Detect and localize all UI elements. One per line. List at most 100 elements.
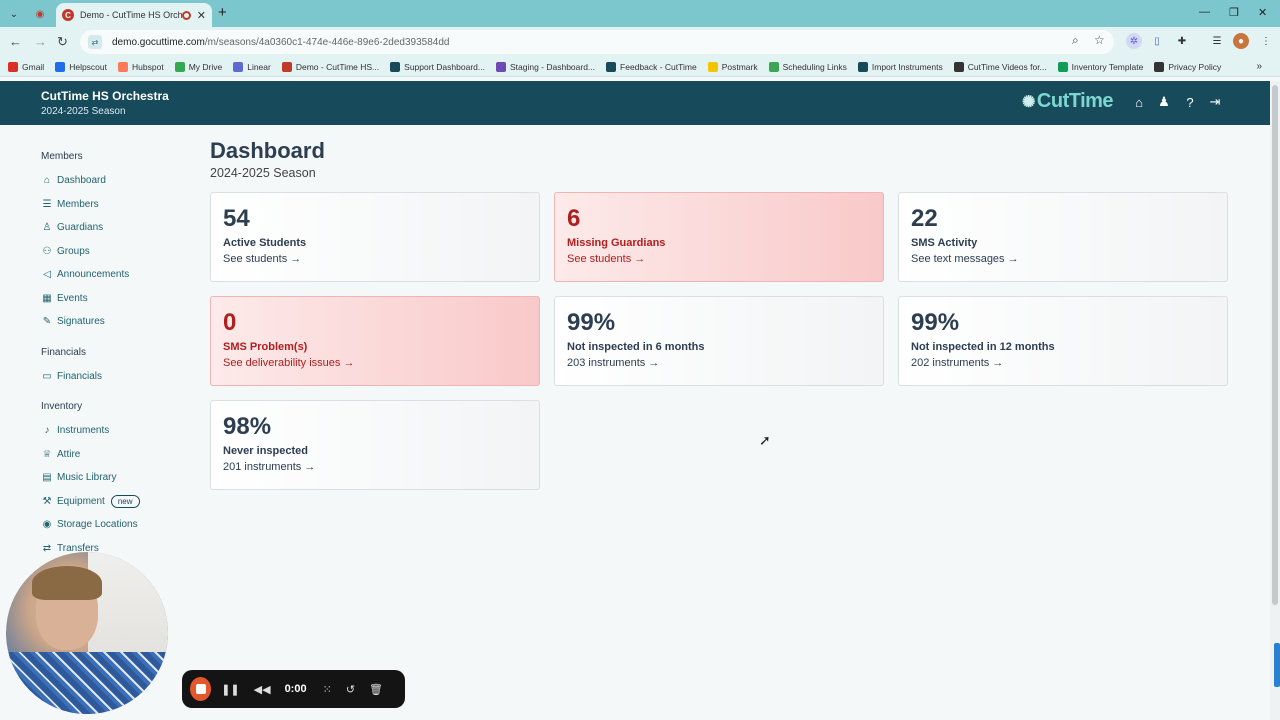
sidebar-item-attire[interactable]: ♕ Attire	[41, 443, 191, 467]
bookmark-label: Feedback - CutTime	[620, 61, 697, 72]
address-bar[interactable]: ⇄ demo.gocuttime.com/m/seasons/4a0360c1-…	[80, 30, 1114, 54]
cuttime-icon	[495, 61, 506, 72]
delete-icon[interactable]: 🗑	[369, 683, 383, 696]
cuttime-icon	[390, 61, 401, 72]
bookmark-label: Import Instruments	[871, 61, 943, 72]
stat-link[interactable]: See deliverability issues →	[223, 357, 527, 369]
tab-search-icon[interactable]: ⌄	[5, 5, 23, 23]
sidebar-item-label: Storage Locations	[57, 519, 138, 531]
stat-link[interactable]: See text messages →	[911, 253, 1215, 265]
stat-link[interactable]: See students →	[567, 253, 871, 265]
browser-toolbar: ← → ↻ ⇄ demo.gocuttime.com/m/seasons/4a0…	[0, 27, 1280, 57]
postmark-icon	[707, 61, 718, 72]
site-info-icon[interactable]: ⇄	[88, 35, 102, 49]
sidebar-section-title: Inventory	[41, 401, 83, 412]
sidebar-item-label: Dashboard	[57, 175, 106, 187]
sidebar-item-financials[interactable]: ▭ Financials	[41, 365, 191, 389]
stat-link[interactable]: See students →	[223, 253, 527, 265]
bookmark-star-icon[interactable]: ☆	[1094, 33, 1105, 47]
gmail-icon	[8, 61, 18, 72]
sidebar-item-signatures[interactable]: ✎ Signatures	[41, 310, 191, 334]
new-tab-button[interactable]: +	[218, 4, 227, 21]
logout-icon[interactable]: ⇥	[1207, 94, 1223, 110]
browser-menu-icon[interactable]: ⋮	[1258, 33, 1274, 49]
bookmark-label: Gmail	[22, 61, 45, 72]
stat-value: 99%	[911, 309, 960, 336]
bookmark-item[interactable]: Support Dashboard...	[390, 61, 485, 72]
sidebar-item-groups[interactable]: ⚇ Groups	[41, 240, 191, 264]
bookmark-item[interactable]: Privacy Policy	[1154, 61, 1221, 72]
stat-card[interactable]: 0 SMS Problem(s) See deliverability issues…	[210, 296, 540, 386]
bookmark-item[interactable]: CutTime Videos for...	[953, 61, 1047, 72]
stat-card[interactable]: 6 Missing Guardians See students →	[554, 192, 884, 282]
sidebar-item-events[interactable]: ▦ Events	[41, 287, 191, 311]
stat-link[interactable]: 201 instruments →	[223, 461, 527, 473]
maximize-icon[interactable]: ❐	[1229, 6, 1239, 19]
browser-tab[interactable]: C Demo - CutTime HS Orchest ✕	[56, 3, 212, 27]
extensions-puzzle-icon[interactable]: ✚	[1174, 33, 1190, 49]
bookmark-item[interactable]: Inventory Template	[1057, 61, 1143, 72]
restart-icon[interactable]: ↺	[346, 683, 355, 696]
tab-groups-icon[interactable]: ☰	[1209, 33, 1225, 49]
user-settings-icon[interactable]: ♟	[1156, 94, 1172, 110]
help-icon[interactable]: ?	[1182, 94, 1198, 110]
pause-icon[interactable]: ❚❚	[221, 683, 239, 696]
stat-link[interactable]: 202 instruments →	[911, 357, 1215, 369]
extension-gear-icon[interactable]: ✲	[1126, 33, 1142, 49]
page-scrollbar[interactable]	[1270, 81, 1280, 720]
sidebar-item-label: Guardians	[57, 222, 104, 234]
reload-icon[interactable]: ↻	[57, 34, 68, 50]
minimize-icon[interactable]: —	[1199, 6, 1210, 18]
stat-card[interactable]: 99% Not inspected in 6 months 203 instrume…	[554, 296, 884, 386]
cuttime-icon	[281, 61, 292, 72]
recorder-controls: ❚❚ ◀◀ 0:00 ⁙ ↺ 🗑	[182, 670, 405, 708]
sidebar-item-storage-locations[interactable]: ◉ Storage Locations	[41, 513, 191, 537]
bookmark-item[interactable]: Scheduling Links	[768, 61, 847, 72]
close-window-icon[interactable]: ✕	[1258, 6, 1267, 19]
sidebar-item-instruments[interactable]: ♪ Instruments	[41, 419, 191, 443]
transfer-icon: ⇄	[42, 542, 52, 554]
bookmarks-overflow-icon[interactable]: »	[1256, 61, 1262, 72]
bookmark-label: Staging - Dashboard...	[509, 61, 596, 72]
stat-card[interactable]: 98% Never inspected 201 instruments →	[210, 400, 540, 490]
app-header: CutTime HS Orchestra 2024-2025 Season ✺ C…	[0, 81, 1270, 125]
close-tab-icon[interactable]: ✕	[197, 9, 206, 22]
bookmark-item[interactable]: My Drive	[174, 61, 222, 72]
sidebar-item-announcements[interactable]: ◁ Announcements	[41, 263, 191, 287]
sidebar-item-equipment[interactable]: ⚒ Equipment new	[41, 490, 191, 514]
groups-icon: ⚇	[42, 245, 52, 257]
extension-doc-icon[interactable]: ▯	[1149, 33, 1165, 49]
sidebar-item-guardians[interactable]: ♙ Guardians	[41, 216, 191, 240]
helpscout-icon	[55, 61, 66, 72]
bookmark-item[interactable]: Gmail	[8, 61, 45, 72]
forward-icon[interactable]: →	[34, 34, 47, 49]
back-icon[interactable]: ←	[9, 34, 22, 49]
sidebar-item-label: Members	[57, 198, 99, 210]
cuttime-logo[interactable]: ✺ CutTime	[1022, 90, 1114, 113]
sidebar-item-dashboard[interactable]: ⌂ Dashboard	[41, 169, 191, 193]
stat-card[interactable]: 22 SMS Activity See text messages →	[898, 192, 1228, 282]
grid-icon[interactable]: ⁙	[323, 683, 332, 696]
stat-label: Not inspected in 6 months	[567, 341, 705, 353]
bookmark-item[interactable]: Feedback - CutTime	[606, 61, 697, 72]
webcam-overlay[interactable]	[6, 552, 168, 714]
bookmark-item[interactable]: Hubspot	[118, 61, 164, 72]
bookmark-item[interactable]: Linear	[233, 61, 271, 72]
stat-card[interactable]: 54 Active Students See students →	[210, 192, 540, 282]
stat-card[interactable]: 99% Not inspected in 12 months 202 instrum…	[898, 296, 1228, 386]
sidebar-item-members[interactable]: ☰ Members	[41, 193, 191, 217]
zoom-icon[interactable]: ⌕	[1072, 33, 1079, 48]
users-icon: ☰	[42, 198, 52, 210]
stop-recording-button[interactable]	[190, 677, 212, 701]
stat-label: Missing Guardians	[567, 237, 666, 249]
bookmark-item[interactable]: Postmark	[707, 61, 758, 72]
home-icon[interactable]: ⌂	[1131, 94, 1147, 110]
stat-link[interactable]: 203 instruments →	[567, 357, 871, 369]
bookmark-item[interactable]: Helpscout	[55, 61, 107, 72]
sidebar-item-music-library[interactable]: ▤ Music Library	[41, 466, 191, 490]
profile-avatar[interactable]: ●	[1233, 33, 1249, 49]
bookmark-item[interactable]: Import Instruments	[857, 61, 943, 72]
bookmark-item[interactable]: Staging - Dashboard...	[495, 61, 596, 72]
bookmark-item[interactable]: Demo - CutTime HS...	[281, 61, 379, 72]
rewind-icon[interactable]: ◀◀	[254, 683, 271, 696]
